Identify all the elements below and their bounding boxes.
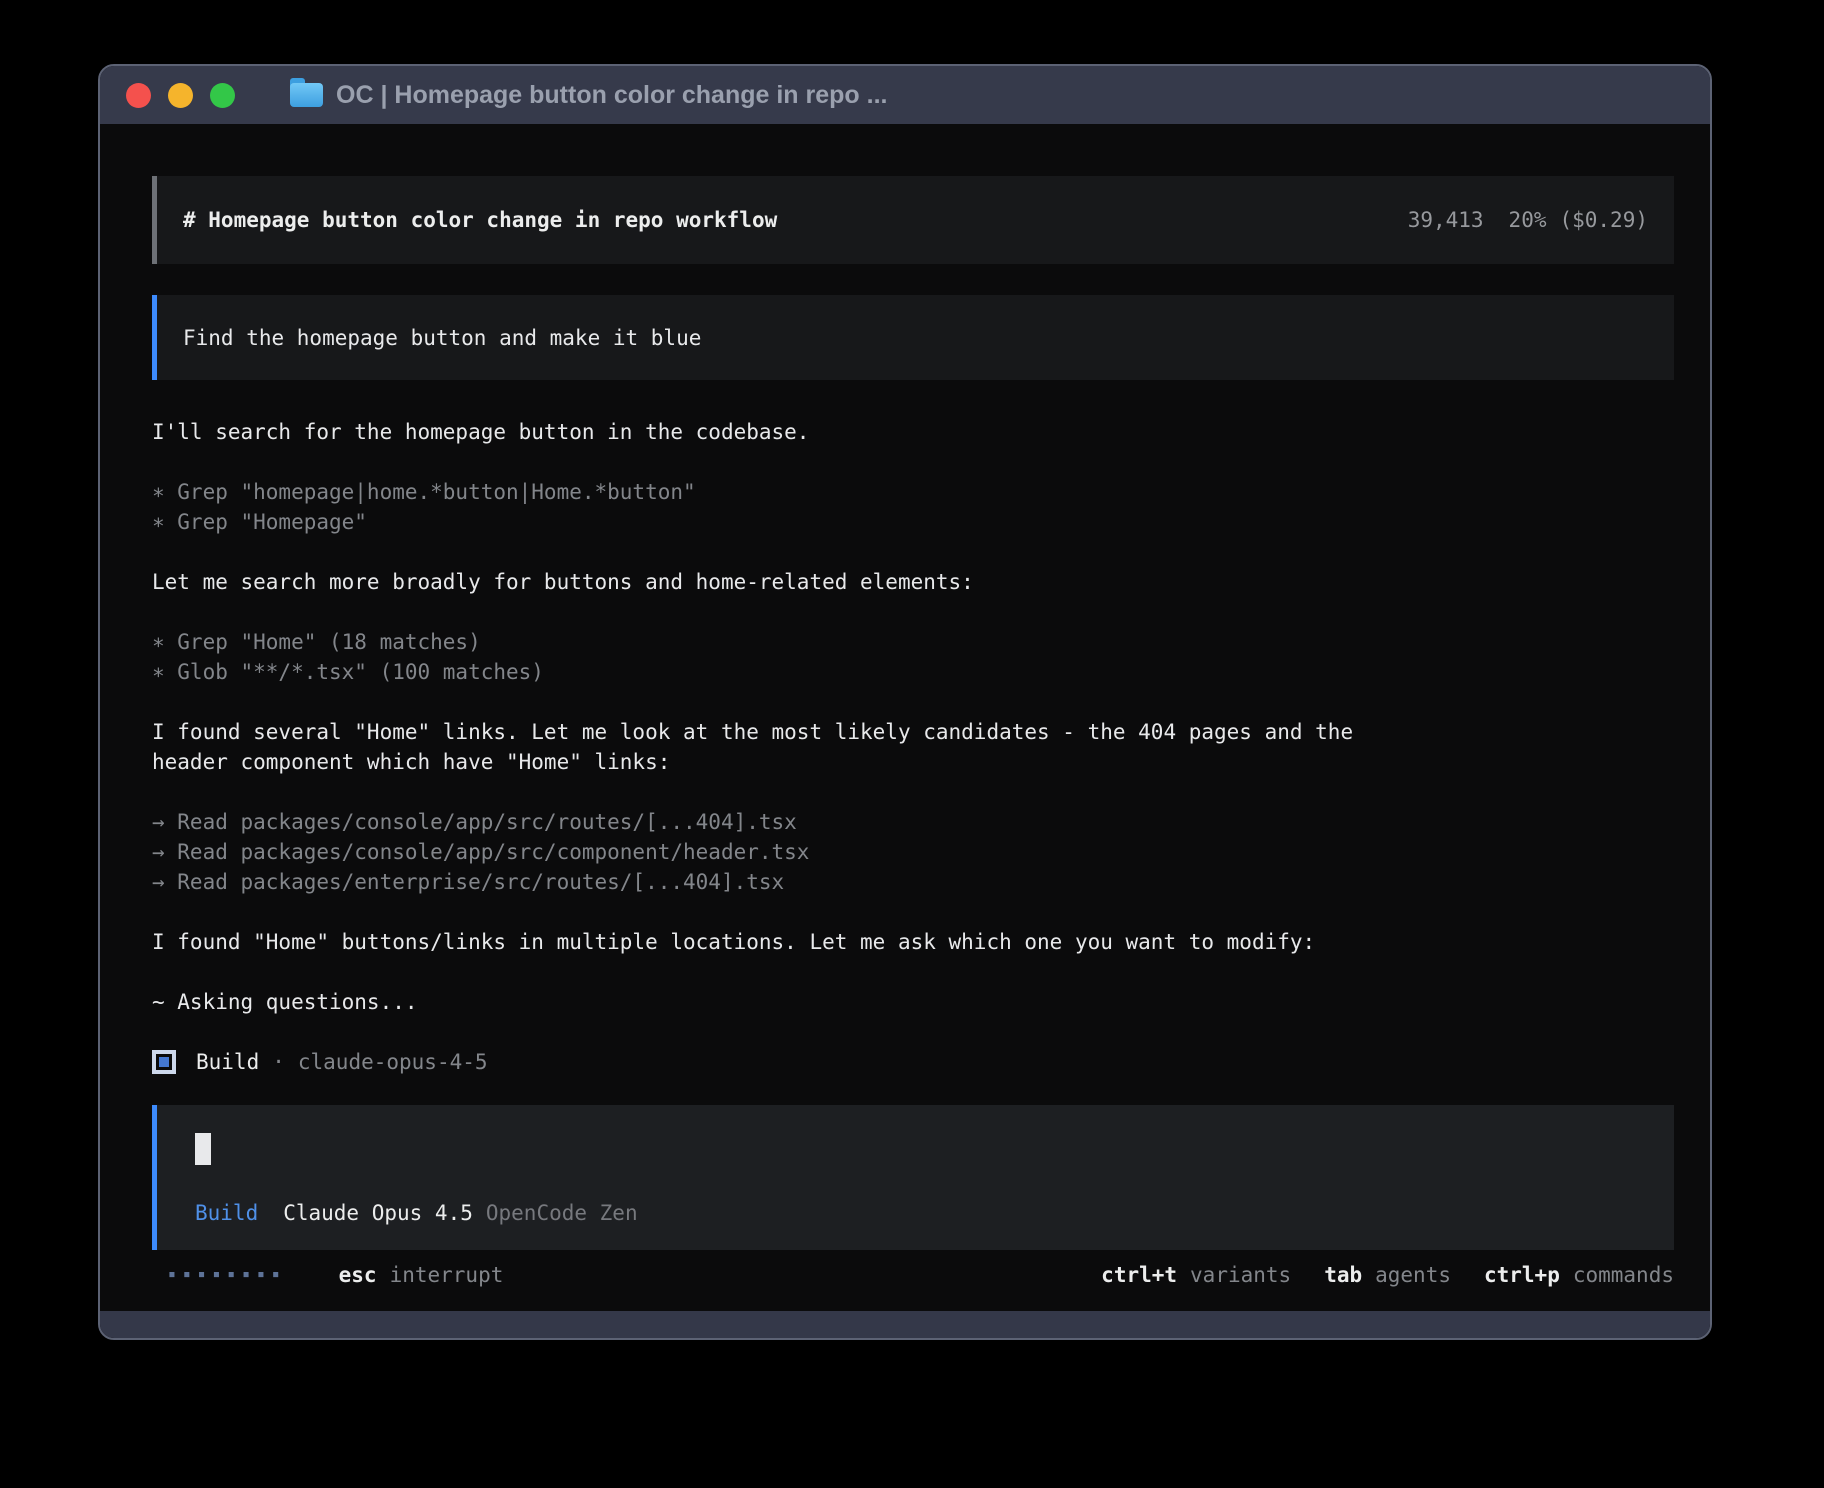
tool-call-line: ∗ Grep "Home" (18 matches) <box>152 627 1422 657</box>
session-cost: ($0.29) <box>1559 205 1648 235</box>
text-cursor <box>195 1133 211 1165</box>
agent-name: Build <box>196 1047 259 1077</box>
status-text: ~ Asking questions... <box>152 987 1422 1017</box>
hint-commands: ctrl+p commands <box>1484 1260 1674 1290</box>
terminal-window: OC | Homepage button color change in rep… <box>98 64 1712 1340</box>
separator-dot: · <box>272 1047 285 1077</box>
window-titlebar[interactable]: OC | Homepage button color change in rep… <box>100 66 1710 124</box>
folder-icon <box>290 83 323 107</box>
session-stats: 39,413 20% ($0.29) <box>1408 205 1648 235</box>
model-name: claude-opus-4-5 <box>298 1047 488 1077</box>
terminal-content: # Homepage button color change in repo w… <box>100 124 1710 1311</box>
user-message: Find the homepage button and make it blu… <box>152 295 1674 380</box>
tool-call-line: ∗ Grep "Homepage" <box>152 507 1422 537</box>
window-bottom-chrome <box>100 1311 1710 1338</box>
zoom-window-button[interactable] <box>210 83 235 108</box>
close-window-button[interactable] <box>126 83 151 108</box>
assistant-text: I'll search for the homepage button in t… <box>152 417 1422 447</box>
window-title: OC | Homepage button color change in rep… <box>336 81 887 110</box>
hint-variants: ctrl+t variants <box>1101 1260 1291 1290</box>
hint-interrupt: esc interrupt <box>339 1260 504 1290</box>
session-header: # Homepage button color change in repo w… <box>152 176 1674 264</box>
tool-call-line: ∗ Glob "**/*.tsx" (100 matches) <box>152 657 1422 687</box>
tool-call-line: → Read packages/console/app/src/routes/[… <box>152 807 1422 837</box>
agent-build-icon <box>152 1050 176 1074</box>
assistant-text: Let me search more broadly for buttons a… <box>152 567 1422 597</box>
minimize-window-button[interactable] <box>168 83 193 108</box>
input-model-label: Claude Opus 4.5 <box>283 1198 473 1228</box>
spinner-dots-icon: ▪▪▪▪▪▪▪▪ <box>168 1260 287 1290</box>
assistant-text: I found several "Home" links. Let me loo… <box>152 717 1422 777</box>
tool-call-line: → Read packages/enterprise/src/routes/[.… <box>152 867 1422 897</box>
context-percent: 20% <box>1509 205 1547 235</box>
user-message-text: Find the homepage button and make it blu… <box>183 323 701 353</box>
tool-call-line: → Read packages/console/app/src/componen… <box>152 837 1422 867</box>
input-agent-label: Build <box>195 1198 258 1228</box>
keyboard-hints: ctrl+t variants tab agents ctrl+p comman… <box>1068 1260 1674 1290</box>
prompt-input[interactable]: Build Claude Opus 4.5 OpenCode Zen <box>152 1105 1674 1250</box>
conversation-transcript: I'll search for the homepage button in t… <box>152 417 1422 1077</box>
agent-status-line: Build · claude-opus-4-5 <box>152 1047 1422 1077</box>
token-count: 39,413 <box>1408 205 1484 235</box>
input-provider-label: OpenCode Zen <box>486 1198 638 1228</box>
hint-agents: tab agents <box>1324 1260 1451 1290</box>
assistant-text: I found "Home" buttons/links in multiple… <box>152 927 1422 957</box>
input-status-line: Build Claude Opus 4.5 OpenCode Zen <box>195 1198 1648 1228</box>
session-title: # Homepage button color change in repo w… <box>183 205 777 235</box>
tool-call-line: ∗ Grep "homepage|home.*button|Home.*butt… <box>152 477 1422 507</box>
status-bar: ▪▪▪▪▪▪▪▪ esc interrupt ctrl+t variants t… <box>152 1260 1674 1290</box>
